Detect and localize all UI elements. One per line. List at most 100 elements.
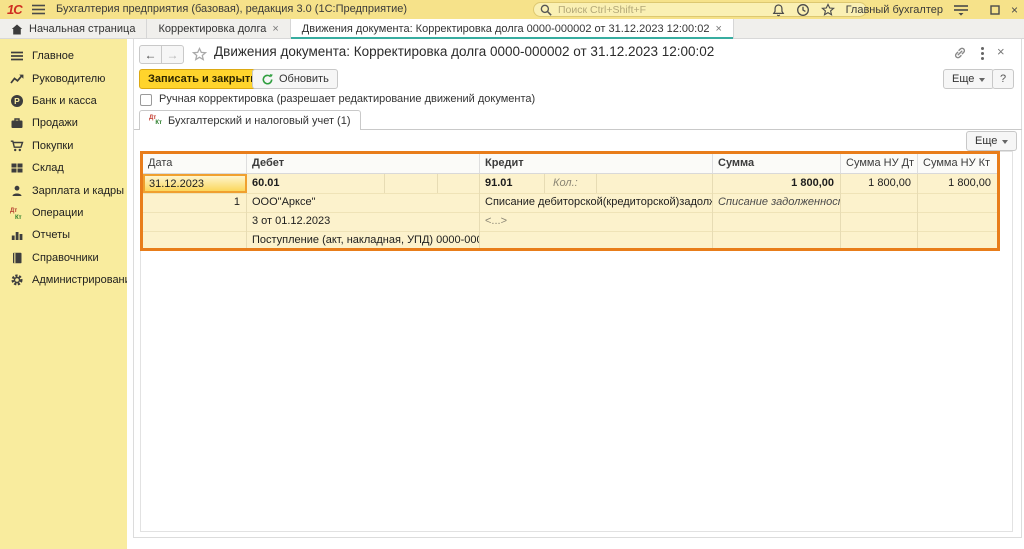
gear-icon	[10, 273, 24, 287]
save-and-close-button[interactable]: Записать и закрыть	[139, 69, 266, 89]
svg-text:Р: Р	[14, 96, 20, 106]
sidebar-item-glavnoe[interactable]: Главное	[0, 45, 127, 67]
column-header-amount[interactable]: Сумма	[713, 154, 841, 173]
history-icon[interactable]	[796, 3, 810, 17]
cell-column-debit[interactable]: 60.01 ООО"Арксе" 3 от 01.12.2023 Поступл…	[247, 174, 480, 248]
tab-home[interactable]: Начальная страница	[0, 19, 147, 39]
open-windows-tabbar: Начальная страница Корректировка долга ×…	[0, 19, 1024, 39]
more-button-header[interactable]: Еще	[943, 69, 994, 89]
tab-label: Корректировка долга	[158, 23, 266, 35]
refresh-icon	[261, 73, 274, 86]
close-tab-icon[interactable]: ×	[272, 23, 278, 35]
page-title: Движения документа: Корректировка долга …	[214, 44, 714, 59]
sidebar-item-administrirovanie[interactable]: Администрирование	[0, 269, 127, 291]
briefcase-icon	[10, 116, 24, 130]
pallet-grid-icon	[10, 161, 24, 175]
tab-korrektirovka-dolga[interactable]: Корректировка долга ×	[147, 19, 290, 39]
sidebar-item-spravochniki[interactable]: Справочники	[0, 247, 127, 269]
service-menu-icon[interactable]	[954, 4, 968, 16]
credit-qty-label: Кол.:	[548, 174, 712, 189]
svg-text:Кт: Кт	[15, 215, 22, 220]
save-and-close-label: Записать и закрыть	[148, 73, 257, 85]
cell-column-date[interactable]: 31.12.2023 1	[143, 174, 247, 248]
debit-subconto3[interactable]: Поступление (акт, накладная, УПД) 0000-0…	[247, 231, 479, 246]
credit-subconto1[interactable]: Списание дебиторской(кредиторской)задолж…	[480, 193, 712, 208]
sidebar-item-label: Банк и касса	[32, 95, 97, 107]
maximize-button[interactable]	[990, 5, 1000, 15]
more-menu-kebab-icon[interactable]	[981, 47, 984, 50]
amount-nu-dt-value[interactable]: 1 800,00	[841, 174, 917, 189]
notifications-bell-icon[interactable]	[772, 3, 785, 17]
favorite-star-icon[interactable]	[192, 47, 207, 62]
sidebar-item-sklad[interactable]: Склад	[0, 157, 127, 179]
column-header-amount-nu-dt[interactable]: Сумма НУ Дт	[841, 154, 918, 173]
main-menu-icon[interactable]	[32, 4, 45, 15]
app-title: Бухгалтерия предприятия (базовая), редак…	[56, 3, 407, 15]
tab-accounting-tax[interactable]: ДтКт Бухгалтерский и налоговый учет (1)	[139, 110, 361, 130]
debit-subconto2[interactable]: 3 от 01.12.2023	[247, 212, 479, 227]
close-window-button[interactable]: ×	[1011, 4, 1018, 16]
sidebar-item-label: Зарплата и кадры	[32, 185, 124, 197]
sidebar-item-label: Продажи	[32, 117, 78, 129]
sidebar-item-operacii[interactable]: ДтКт Операции	[0, 202, 127, 224]
sidebar-item-label: Справочники	[32, 252, 99, 264]
close-document-icon[interactable]: ×	[997, 44, 1005, 59]
chevron-down-icon	[1002, 140, 1008, 144]
sidebar-item-pokupki[interactable]: Покупки	[0, 135, 127, 157]
selected-cell-date[interactable]: 31.12.2023	[143, 174, 247, 193]
chevron-down-icon	[979, 78, 985, 82]
cell-column-amount-nu-dt[interactable]: 1 800,00	[841, 174, 918, 248]
book-icon	[10, 251, 24, 265]
table-row[interactable]: 31.12.2023 1 60.01 ООО"Арксе" 3 от 01.12…	[143, 174, 997, 248]
sidebar-item-bank-i-kassa[interactable]: Р Банк и касса	[0, 90, 127, 112]
search-icon	[540, 4, 552, 16]
movements-table: Дата Дебет Кредит Сумма Сумма НУ Дт Сумм…	[140, 151, 1000, 251]
favorites-star-icon[interactable]	[821, 3, 835, 17]
tab-dvizheniya-dokumenta[interactable]: Движения документа: Корректировка долга …	[291, 19, 734, 39]
amount-value[interactable]: 1 800,00	[713, 174, 840, 189]
manual-adjust-label[interactable]: Ручная корректировка (разрешает редактир…	[159, 93, 535, 105]
get-link-icon[interactable]	[953, 46, 967, 60]
manual-adjust-checkbox[interactable]	[140, 94, 152, 106]
column-header-amount-nu-kt[interactable]: Сумма НУ Кт	[918, 154, 997, 173]
current-user-role[interactable]: Главный бухгалтер	[846, 4, 943, 16]
sidebar-item-zarplata-i-kadry[interactable]: Зарплата и кадры	[0, 179, 127, 201]
nav-forward-button[interactable]: →	[161, 45, 184, 64]
close-tab-icon[interactable]: ×	[715, 23, 721, 35]
credit-account[interactable]: 91.01	[480, 174, 544, 189]
debit-account[interactable]: 60.01	[247, 174, 479, 189]
sidebar-item-label: Руководителю	[32, 73, 105, 85]
help-button[interactable]: ?	[992, 69, 1014, 89]
trend-chart-icon	[10, 72, 24, 86]
bar-chart-icon	[10, 228, 24, 242]
menu-lines-icon	[10, 49, 24, 63]
movements-grid[interactable]: Дата Дебет Кредит Сумма Сумма НУ Дт Сумм…	[140, 151, 1013, 532]
person-icon	[10, 184, 24, 198]
tab-label: Начальная страница	[29, 23, 135, 35]
refresh-label: Обновить	[279, 73, 329, 85]
sidebar-item-otchety[interactable]: Отчеты	[0, 224, 127, 246]
row-number: 1	[143, 193, 246, 208]
sidebar-item-label: Склад	[32, 162, 64, 174]
debit-credit-icon: ДтКт	[149, 116, 162, 126]
column-header-debit[interactable]: Дебет	[247, 154, 480, 173]
1c-logo-icon: 1С	[7, 2, 22, 17]
credit-subconto2-empty[interactable]: <...>	[480, 212, 712, 227]
more-label: Еще	[975, 135, 997, 147]
column-header-date[interactable]: Дата	[143, 154, 247, 173]
title-bar: 1С Бухгалтерия предприятия (базовая), ре…	[0, 0, 1024, 19]
sidebar-item-label: Операции	[32, 207, 83, 219]
sidebar-item-rukovoditelyu[interactable]: Руководителю	[0, 67, 127, 89]
more-button-grid[interactable]: Еще	[966, 131, 1017, 151]
amount-nu-kt-value[interactable]: 1 800,00	[918, 174, 997, 189]
cell-column-amount-nu-kt[interactable]: 1 800,00	[918, 174, 997, 248]
refresh-button[interactable]: Обновить	[252, 69, 338, 89]
cell-column-credit[interactable]: 91.01 Кол.: Списание дебиторской(кредито…	[480, 174, 713, 248]
nav-back-button[interactable]: ←	[139, 45, 162, 64]
sidebar-item-prodazhi[interactable]: Продажи	[0, 112, 127, 134]
column-header-credit[interactable]: Кредит	[480, 154, 713, 173]
debit-subconto1[interactable]: ООО"Арксе"	[247, 193, 479, 208]
cell-column-amount[interactable]: 1 800,00 Списание задолженности	[713, 174, 841, 248]
sidebar-item-label: Отчеты	[32, 229, 70, 241]
debit-credit-icon: ДтКт	[10, 206, 24, 220]
